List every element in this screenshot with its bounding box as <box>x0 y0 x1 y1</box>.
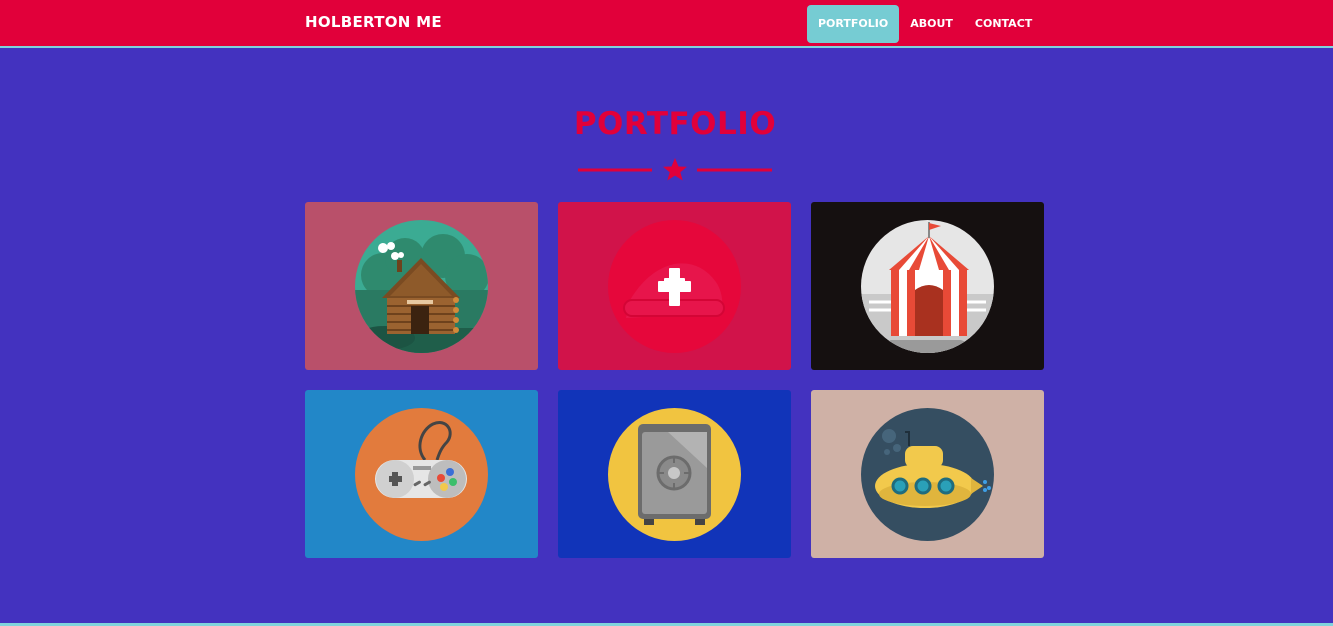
nav-menu: PORTFOLIO ABOUT CONTACT <box>807 5 1043 43</box>
portfolio-item-cabin[interactable] <box>305 202 538 370</box>
brand-logo[interactable]: HOLBERTON ME <box>305 13 442 31</box>
section-title: PORTFOLIO <box>573 106 777 142</box>
portfolio-item-controller[interactable] <box>305 390 538 558</box>
portfolio-item-safe[interactable] <box>558 390 791 558</box>
game-controller-icon <box>355 408 488 541</box>
navbar: HOLBERTON ME PORTFOLIO ABOUT CONTACT <box>0 0 1333 48</box>
star-icon <box>663 158 687 181</box>
portfolio-item-cake[interactable] <box>558 202 791 370</box>
portfolio-item-submarine[interactable] <box>811 390 1044 558</box>
cake-icon <box>608 220 741 353</box>
nav-link-contact[interactable]: CONTACT <box>964 5 1043 43</box>
safe-icon <box>608 408 741 541</box>
circus-tent-icon <box>861 220 994 353</box>
portfolio-item-circus[interactable] <box>811 202 1044 370</box>
submarine-icon <box>861 408 994 541</box>
title-divider <box>578 158 772 181</box>
nav-link-portfolio[interactable]: PORTFOLIO <box>807 5 900 43</box>
nav-link-about[interactable]: ABOUT <box>899 5 964 43</box>
cabin-icon <box>355 220 488 353</box>
